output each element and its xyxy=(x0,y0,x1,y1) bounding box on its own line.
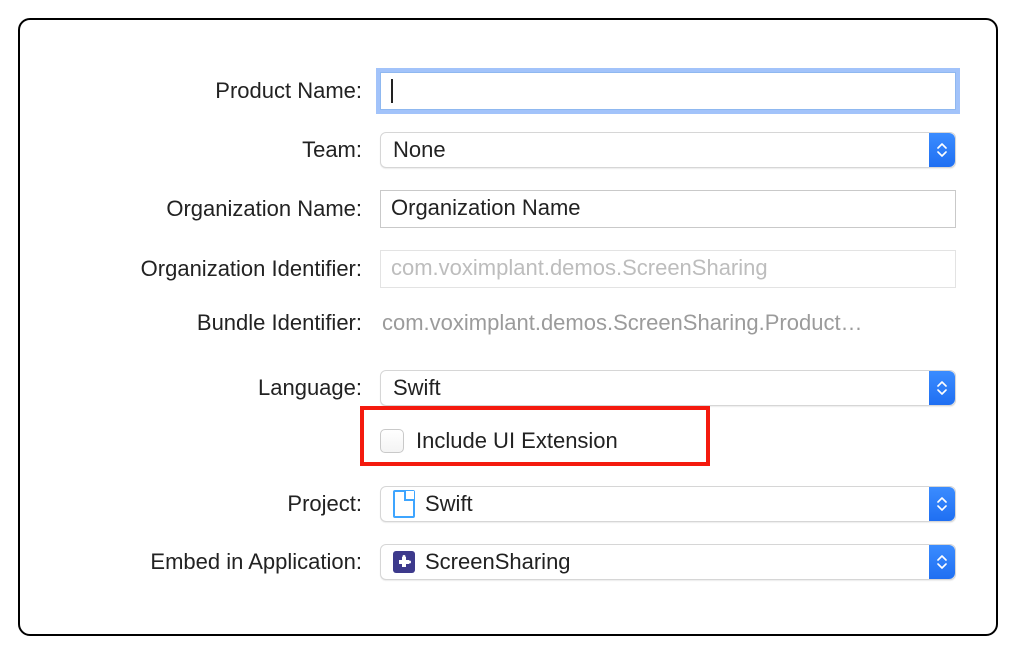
label-project: Project: xyxy=(60,491,380,517)
language-value: Swift xyxy=(393,375,441,401)
chevron-up-down-icon xyxy=(929,487,955,521)
project-select[interactable]: Swift xyxy=(380,486,956,522)
include-ui-extension-label[interactable]: Include UI Extension xyxy=(416,428,618,454)
row-bundle-identifier: Bundle Identifier: com.voximplant.demos.… xyxy=(60,310,956,336)
row-include-ui-extension: Include UI Extension xyxy=(60,428,956,454)
organization-name-input[interactable]: Organization Name xyxy=(380,190,956,228)
row-organization-identifier: Organization Identifier: com.voximplant.… xyxy=(60,250,956,288)
embed-value: ScreenSharing xyxy=(425,549,571,575)
label-embed-in-application: Embed in Application: xyxy=(60,549,380,575)
team-select[interactable]: None xyxy=(380,132,956,168)
label-product-name: Product Name: xyxy=(60,78,380,104)
label-team: Team: xyxy=(60,137,380,163)
label-language: Language: xyxy=(60,375,380,401)
embed-in-application-select[interactable]: ScreenSharing xyxy=(380,544,956,580)
row-embed-in-application: Embed in Application: ScreenSharing xyxy=(60,544,956,580)
row-project: Project: Swift xyxy=(60,486,956,522)
text-caret xyxy=(391,79,393,103)
product-name-input[interactable] xyxy=(380,72,956,110)
row-product-name: Product Name: xyxy=(60,72,956,110)
extension-app-icon xyxy=(393,551,415,573)
project-value: Swift xyxy=(425,491,473,517)
language-select[interactable]: Swift xyxy=(380,370,956,406)
include-ui-extension-checkbox[interactable] xyxy=(380,429,404,453)
bundle-identifier-value: com.voximplant.demos.ScreenSharing.Produ… xyxy=(380,310,956,336)
xcode-project-icon xyxy=(393,493,415,515)
chevron-up-down-icon xyxy=(929,133,955,167)
team-value: None xyxy=(393,137,446,163)
new-target-options-panel: Product Name: Team: None Organization Na… xyxy=(18,18,998,636)
organization-identifier-placeholder: com.voximplant.demos.ScreenSharing xyxy=(391,255,768,280)
label-organization-identifier: Organization Identifier: xyxy=(60,256,380,282)
organization-name-value: Organization Name xyxy=(391,195,581,220)
row-organization-name: Organization Name: Organization Name xyxy=(60,190,956,228)
label-bundle-identifier: Bundle Identifier: xyxy=(60,310,380,336)
chevron-up-down-icon xyxy=(929,545,955,579)
chevron-up-down-icon xyxy=(929,371,955,405)
row-team: Team: None xyxy=(60,132,956,168)
organization-identifier-input[interactable]: com.voximplant.demos.ScreenSharing xyxy=(380,250,956,288)
row-language: Language: Swift xyxy=(60,370,956,406)
label-organization-name: Organization Name: xyxy=(60,196,380,222)
